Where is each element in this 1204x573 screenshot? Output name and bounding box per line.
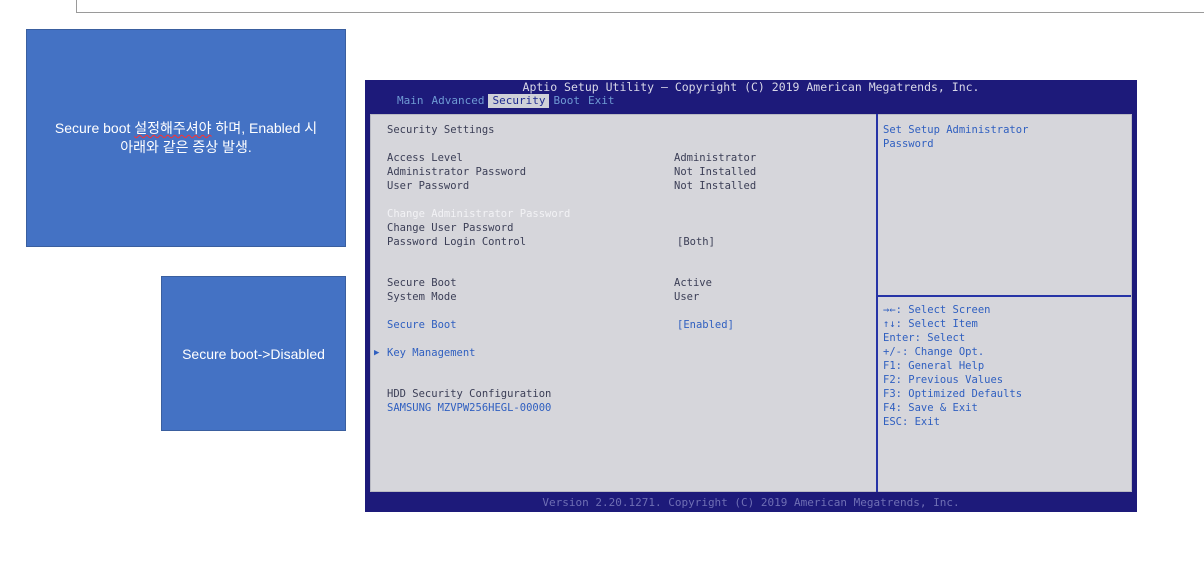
help-text: Set Setup Administrator Password	[883, 124, 1029, 150]
system-mode-value: User	[674, 291, 700, 303]
system-mode-label: System Mode	[387, 291, 457, 303]
tab-advanced[interactable]: Advanced	[428, 94, 489, 108]
key-optimized-defaults: F3: Optimized Defaults	[883, 388, 1023, 400]
note-secure-boot-warning: Secure boot 설정해주셔야 하며, Enabled 시 아래와 같은 …	[26, 29, 346, 247]
tab-security[interactable]: Security	[488, 94, 550, 108]
bios-footer: Version 2.20.1271. Copyright (C) 2019 Am…	[542, 496, 960, 509]
key-general-help: F1: General Help	[883, 360, 985, 372]
admin-password-label: Administrator Password	[387, 166, 527, 178]
bios-header: Aptio Setup Utility – Copyright (C) 2019…	[365, 80, 1137, 108]
key-select-item: ↑↓: Select Item	[883, 318, 978, 330]
access-level-label: Access Level	[387, 152, 463, 164]
password-login-control-value[interactable]: [Both]	[677, 235, 715, 249]
note-secure-boot-disabled-text: Secure boot->Disabled	[182, 345, 325, 362]
bios-screenshot: Aptio Setup Utility – Copyright (C) 2019…	[365, 80, 1137, 512]
bios-main-panel: Security Settings Access Level Administr…	[370, 114, 1132, 492]
tab-exit[interactable]: Exit	[584, 94, 619, 108]
key-enter-select: Enter: Select	[883, 332, 966, 344]
hdd-security-device-item[interactable]: SAMSUNG MZVPW256HEGL-00000	[387, 401, 551, 415]
tab-boot[interactable]: Boot	[549, 94, 584, 108]
bios-title: Aptio Setup Utility – Copyright (C) 2019…	[522, 80, 980, 94]
bios-tab-bar: Main Advanced Security Boot Exit	[393, 94, 618, 108]
tab-main[interactable]: Main	[393, 94, 428, 108]
key-save-exit: F4: Save & Exit	[883, 402, 978, 414]
user-password-value: Not Installed	[674, 180, 757, 192]
key-esc-exit: ESC: Exit	[883, 416, 940, 428]
key-management-item[interactable]: Key Management	[387, 346, 476, 360]
secure-boot-status-label: Secure Boot	[387, 277, 457, 289]
key-select-screen: →←: Select Screen	[883, 304, 991, 316]
top-border-line	[76, 0, 1204, 13]
admin-password-value: Not Installed	[674, 166, 757, 178]
security-settings-title: Security Settings	[387, 124, 495, 136]
note-secure-boot-disabled: Secure boot->Disabled	[161, 276, 346, 431]
change-admin-password-item[interactable]: Change Administrator Password	[387, 207, 570, 221]
secure-boot-status-value: Active	[674, 277, 712, 289]
user-password-label: User Password	[387, 180, 470, 192]
change-user-password-item[interactable]: Change User Password	[387, 221, 513, 235]
password-login-control-item[interactable]: Password Login Control	[387, 235, 526, 249]
hdd-security-config-label: HDD Security Configuration	[387, 388, 552, 400]
submenu-arrow-icon: ▶	[374, 348, 380, 358]
panel-vertical-divider	[876, 114, 878, 492]
secure-boot-item[interactable]: Secure Boot	[387, 318, 457, 332]
access-level-value: Administrator	[674, 152, 757, 164]
key-previous-values: F2: Previous Values	[883, 374, 1004, 386]
panel-horizontal-divider	[878, 295, 1131, 297]
secure-boot-value[interactable]: [Enabled]	[677, 318, 734, 332]
spellcheck-underline: 설정해주셔야	[134, 120, 212, 136]
note-secure-boot-warning-text: Secure boot 설정해주셔야 하며, Enabled 시 아래와 같은 …	[54, 120, 318, 155]
key-change-opt: +/-: Change Opt.	[883, 346, 985, 358]
